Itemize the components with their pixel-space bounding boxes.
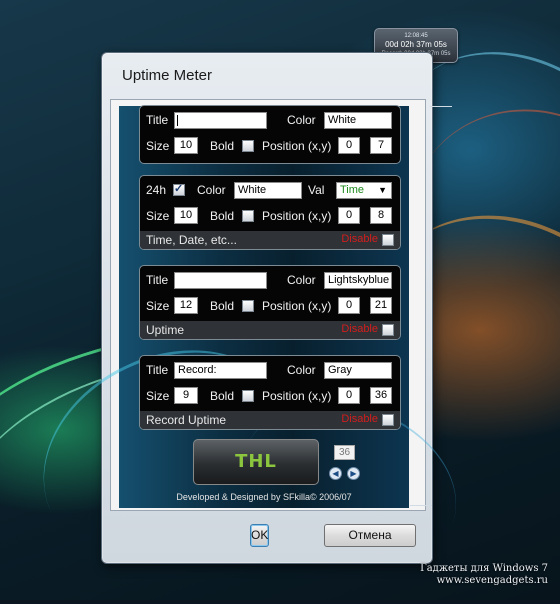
- size-label: Size: [146, 209, 170, 223]
- title-input[interactable]: [174, 112, 267, 129]
- dialog-client-area: Title Color White Size 10 Bold Position …: [8, 99, 481, 604]
- panel-footer: Uptime Disable: [140, 321, 400, 339]
- color-input[interactable]: White: [234, 182, 302, 199]
- position-label: Position (x,y): [262, 389, 332, 403]
- size-input[interactable]: 10: [174, 137, 198, 154]
- disable-label: Disable: [341, 413, 378, 425]
- dropdown-arrow-icon: ▼: [378, 185, 387, 195]
- position-label: Position (x,y): [262, 209, 332, 223]
- h24-checkbox[interactable]: [173, 182, 185, 196]
- previous-arrow-icon[interactable]: ◀: [329, 467, 342, 480]
- size-label: Size: [146, 139, 170, 153]
- position-x-input[interactable]: 0: [338, 137, 360, 154]
- disable-label: Disable: [341, 323, 378, 335]
- settings-panel-background: Title Color White Size 10 Bold Position …: [8, 105, 481, 604]
- panel-footer: Record Uptime Disable: [140, 411, 400, 429]
- next-arrow-icon[interactable]: ▶: [347, 467, 360, 480]
- logo-text: THL: [235, 451, 277, 472]
- position-label: Position (x,y): [262, 139, 332, 153]
- gadget-time: 12:08:45: [404, 33, 428, 39]
- position-y-input[interactable]: 8: [370, 207, 392, 224]
- ok-button[interactable]: OK: [250, 524, 270, 547]
- color-input[interactable]: Gray: [324, 362, 392, 379]
- size-input[interactable]: 9: [174, 387, 198, 404]
- title-bar[interactable]: Uptime Meter: [102, 53, 432, 97]
- footer-label: Time, Date, etc...: [146, 233, 237, 247]
- bold-checkbox[interactable]: [242, 390, 254, 402]
- bold-label: Bold: [210, 389, 235, 403]
- footer-label: Record Uptime: [146, 413, 227, 427]
- bold-checkbox[interactable]: [242, 210, 254, 222]
- bold-label: Bold: [210, 139, 235, 153]
- disable-checkbox[interactable]: [382, 414, 394, 426]
- text-caret: [177, 115, 178, 126]
- color-label: Color: [287, 113, 316, 127]
- panel-uptime-settings: Title Color Lightskyblue Size 12 Bold Po…: [139, 265, 401, 340]
- color-input[interactable]: Lightskyblue: [324, 272, 392, 289]
- disable-checkbox[interactable]: [382, 324, 394, 336]
- thl-logo-button[interactable]: THL: [193, 439, 319, 485]
- page-counter: 36: [334, 445, 355, 460]
- size-label: Size: [146, 389, 170, 403]
- bold-label: Bold: [210, 299, 235, 313]
- footer-label: Uptime: [146, 323, 185, 337]
- cancel-button[interactable]: Отмена: [324, 524, 416, 547]
- credit-text: Developed & Designed by SFkilla© 2006/07: [176, 492, 352, 502]
- panel-title-settings: Title Color White Size 10 Bold Position …: [139, 105, 401, 164]
- position-y-input[interactable]: 7: [370, 137, 392, 154]
- position-x-input[interactable]: 0: [338, 207, 360, 224]
- position-label: Position (x,y): [262, 299, 332, 313]
- gadget-uptime: 00d 02h 37m 05s: [385, 40, 447, 49]
- val-select[interactable]: Time ▼: [336, 182, 392, 199]
- position-y-input[interactable]: 36: [370, 387, 392, 404]
- title-label: Title: [146, 363, 169, 377]
- window-title: Uptime Meter: [122, 67, 213, 84]
- divider-line: [410, 505, 432, 506]
- disable-checkbox[interactable]: [382, 234, 394, 246]
- title-input[interactable]: [174, 272, 267, 289]
- watermark-url: www.sevengadgets.ru: [436, 575, 548, 586]
- settings-dialog: Uptime Meter Title Color White Size 10 B…: [8, 52, 481, 604]
- val-label: Val: [308, 183, 325, 197]
- title-label: Title: [146, 273, 169, 287]
- disable-label: Disable: [341, 233, 378, 245]
- color-label: Color: [287, 273, 316, 287]
- bold-checkbox[interactable]: [242, 140, 254, 152]
- color-label: Color: [197, 183, 226, 197]
- position-y-input[interactable]: 21: [370, 297, 392, 314]
- panel-time-settings: 24h Color White Val Time ▼ Size 10 Bold …: [139, 175, 401, 250]
- title-input[interactable]: Record:: [174, 362, 267, 379]
- title-label: Title: [146, 113, 169, 127]
- watermark-title: Гаджеты для Windows 7: [420, 563, 548, 574]
- h24-label: 24h: [146, 183, 167, 197]
- bold-checkbox[interactable]: [242, 300, 254, 312]
- bold-label: Bold: [210, 209, 235, 223]
- panel-record-settings: Title Record: Color Gray Size 9 Bold Pos…: [139, 355, 401, 430]
- position-x-input[interactable]: 0: [338, 387, 360, 404]
- position-x-input[interactable]: 0: [338, 297, 360, 314]
- panel-footer: Time, Date, etc... Disable: [140, 231, 400, 249]
- color-input[interactable]: White: [324, 112, 392, 129]
- color-label: Color: [287, 363, 316, 377]
- size-label: Size: [146, 299, 170, 313]
- size-input[interactable]: 12: [174, 297, 198, 314]
- size-input[interactable]: 10: [174, 207, 198, 224]
- divider-line: [430, 106, 452, 107]
